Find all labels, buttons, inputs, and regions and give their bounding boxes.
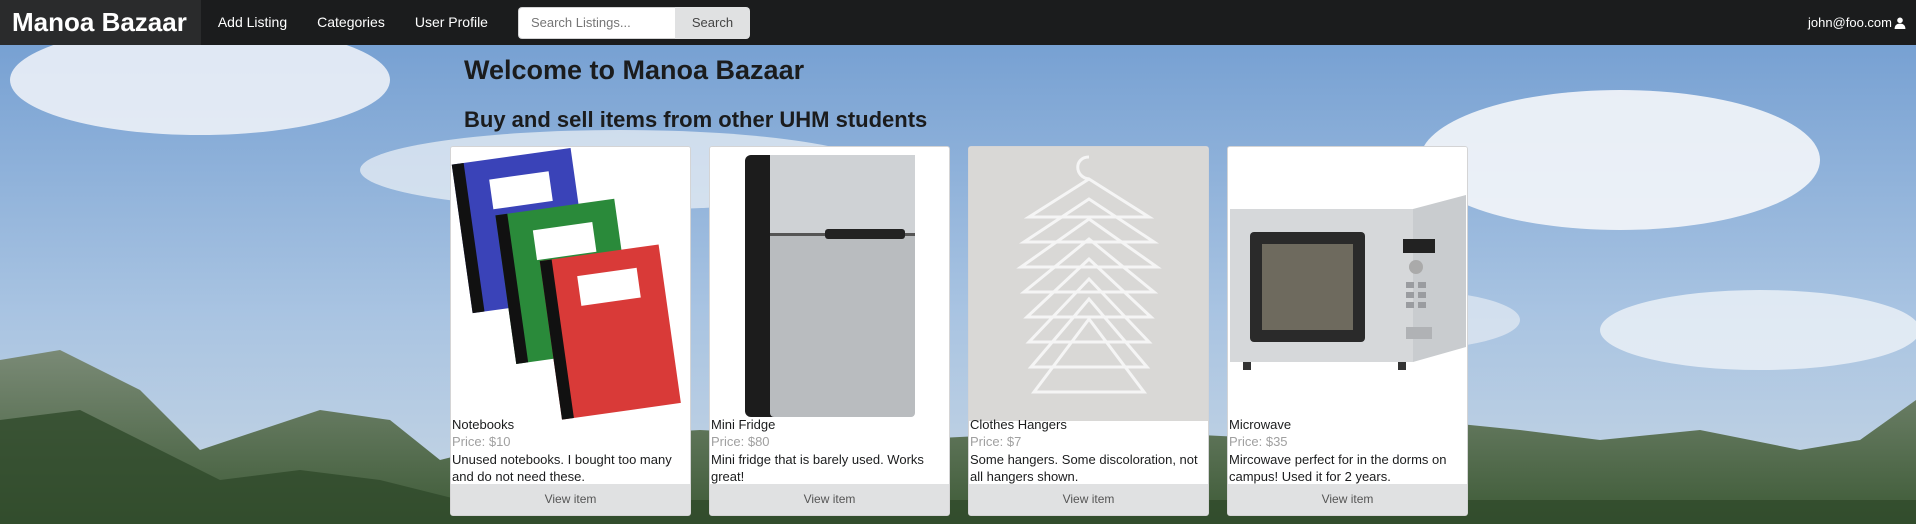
listing-name: Notebooks xyxy=(452,417,515,432)
listing-price: Price: $10 xyxy=(452,434,511,449)
listing-name: Clothes Hangers xyxy=(970,417,1067,432)
search-bar: Search xyxy=(517,6,750,39)
nav-add-listing[interactable]: Add Listing xyxy=(201,0,302,45)
listing-price: Price: $35 xyxy=(1229,434,1288,449)
search-input[interactable] xyxy=(517,6,675,39)
listing-price: Price: $80 xyxy=(711,434,770,449)
page-title: Welcome to Manoa Bazaar xyxy=(464,55,805,85)
listing-name: Microwave xyxy=(1229,417,1292,432)
view-item-button[interactable]: View item xyxy=(451,484,690,515)
mini-fridge-image xyxy=(710,147,949,421)
listing-description: Mini fridge that is barely used. Works g… xyxy=(711,452,924,484)
nav-categories[interactable]: Categories xyxy=(302,0,400,45)
user-menu[interactable]: john@foo.com xyxy=(1808,15,1906,30)
listing-description: Unused notebooks. I bought too many and … xyxy=(452,452,672,484)
listing-cards: Notebooks Price: $10 Unused notebooks. I… xyxy=(450,146,1468,516)
view-item-button[interactable]: View item xyxy=(710,484,949,515)
view-item-button[interactable]: View item xyxy=(1228,484,1467,515)
listing-name: Mini Fridge xyxy=(711,417,776,432)
listing-description: Mircowave perfect for in the dorms on ca… xyxy=(1229,452,1447,484)
notebooks-image xyxy=(451,147,690,421)
view-item-button[interactable]: View item xyxy=(969,484,1208,515)
listing-card[interactable]: Clothes Hangers Price: $7 Some hangers. … xyxy=(968,146,1209,516)
listing-description: Some hangers. Some discoloration, not al… xyxy=(970,452,1198,484)
listing-price: Price: $7 xyxy=(970,434,1022,449)
microwave-image xyxy=(1228,147,1467,421)
listing-card[interactable]: Mini Fridge Price: $80 Mini fridge that … xyxy=(709,146,950,516)
brand-logo[interactable]: Manoa Bazaar xyxy=(0,0,201,45)
search-button[interactable]: Search xyxy=(674,6,750,39)
nav-user-profile[interactable]: User Profile xyxy=(400,0,503,45)
clothes-hangers-image xyxy=(969,147,1208,421)
navbar: Manoa Bazaar Add Listing Categories User… xyxy=(0,0,1916,45)
user-icon xyxy=(1894,17,1906,29)
listing-card[interactable]: Notebooks Price: $10 Unused notebooks. I… xyxy=(450,146,691,516)
user-email: john@foo.com xyxy=(1807,15,1892,30)
page-subtitle: Buy and sell items from other UHM studen… xyxy=(464,107,928,132)
listing-card[interactable]: Microwave Price: $35 Mircowave perfect f… xyxy=(1227,146,1468,516)
